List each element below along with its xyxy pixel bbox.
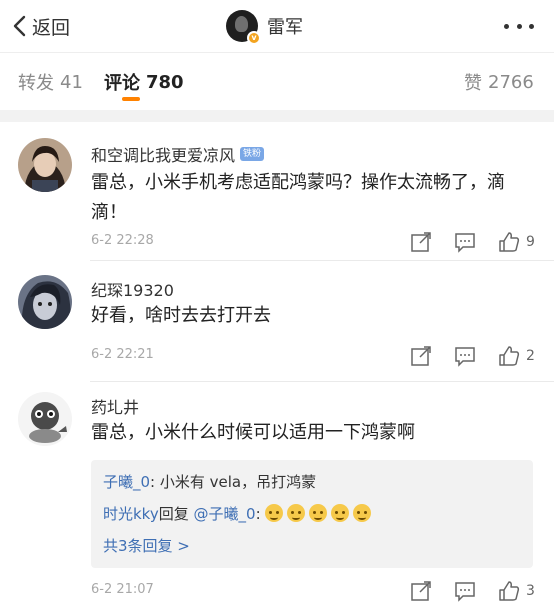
- more-button[interactable]: [504, 14, 534, 38]
- like-icon: [499, 581, 520, 601]
- reply-separator: :: [150, 473, 160, 491]
- comment-text: 好看，啥时去去打开去: [91, 305, 271, 326]
- comment-user-name: 和空调比我更爱凉风: [91, 146, 236, 165]
- reply-target[interactable]: @子曦_0: [194, 505, 256, 523]
- comment-text: 雷总，小米手机考虑适配鸿蒙吗？操作太流畅了，滴滴！: [91, 172, 505, 223]
- tab-comment-count: 780: [146, 71, 184, 93]
- tab-like[interactable]: 赞 2766: [464, 53, 534, 111]
- like-count: 2: [526, 348, 535, 364]
- chevron-left-icon: [13, 15, 26, 37]
- more-icon: [516, 23, 522, 29]
- back-button[interactable]: 返回: [12, 10, 70, 42]
- comment-time: 6-2 22:28: [91, 233, 154, 248]
- comment-user-name: 纪琛19320: [91, 281, 174, 300]
- reply-thread: 子曦_0: 小米有 vela，吊打鸿蒙 时光kky回复 @子曦_0: 共3条回复…: [91, 460, 533, 568]
- reply-item: 子曦_0: 小米有 vela，吊打鸿蒙: [103, 466, 521, 498]
- avatar[interactable]: [18, 138, 72, 192]
- comment-user[interactable]: 纪琛19320: [91, 277, 174, 301]
- reply-keyword: 回复: [158, 505, 189, 523]
- comment-user-name: 药圠井: [91, 398, 140, 417]
- emoji-icon: [330, 504, 349, 522]
- share-button[interactable]: [410, 344, 432, 368]
- comment-actions: 3: [410, 579, 550, 603]
- comment-button[interactable]: [454, 230, 476, 254]
- reply-user[interactable]: 子曦_0: [103, 473, 150, 491]
- more-replies-label: 共3条回复 >: [103, 537, 190, 555]
- page-title: 雷军: [267, 17, 303, 38]
- comment-time: 6-2 21:07: [91, 582, 154, 597]
- comment-list: 和空调比我更爱凉风 铁粉 雷总，小米手机考虑适配鸿蒙吗？操作太流畅了，滴滴！ 6…: [0, 122, 554, 614]
- emoji-icon: [286, 504, 305, 522]
- active-tab-indicator: [122, 97, 140, 101]
- fan-badge: 铁粉: [240, 147, 265, 161]
- comment-item: 药圠井 雷总，小米什么时候可以适用一下鸿蒙啊 子曦_0: 小米有 vela，吊打…: [0, 382, 554, 614]
- more-icon: [529, 23, 534, 29]
- tab-bar: 转发 41 评论 780 赞 2766: [0, 52, 554, 110]
- tab-comment-label: 评论: [104, 73, 140, 94]
- back-label: 返回: [32, 16, 71, 39]
- tab-like-count: 2766: [488, 71, 534, 93]
- comment-time: 6-2 22:21: [91, 347, 154, 362]
- emoji-icon: [352, 504, 371, 522]
- reply-item: 时光kky回复 @子曦_0:: [103, 498, 521, 530]
- tab-repost[interactable]: 转发 41: [18, 53, 83, 111]
- comment-text: 雷总，小米什么时候可以适用一下鸿蒙啊: [91, 422, 415, 443]
- like-button[interactable]: 2: [498, 344, 535, 368]
- like-button[interactable]: 9: [498, 230, 535, 254]
- like-count: 3: [526, 583, 535, 599]
- comment-icon: [455, 347, 475, 367]
- share-icon: [411, 346, 431, 366]
- tab-like-label: 赞: [464, 73, 482, 94]
- tab-comment[interactable]: 评论 780: [104, 53, 184, 111]
- like-button[interactable]: 3: [498, 579, 535, 603]
- comment-user[interactable]: 药圠井: [91, 394, 139, 418]
- comment-icon: [455, 233, 475, 253]
- comment-actions: 2: [410, 344, 550, 368]
- comment-icon: [455, 582, 475, 602]
- reply-separator: :: [255, 505, 261, 523]
- avatar[interactable]: [18, 275, 72, 329]
- reply-text: 小米有 vela，吊打鸿蒙: [159, 473, 317, 491]
- comment-button[interactable]: [454, 344, 476, 368]
- share-icon: [411, 581, 431, 601]
- more-icon: [504, 23, 509, 29]
- reply-user[interactable]: 时光kky: [103, 505, 159, 523]
- emoji-icon: [264, 504, 283, 522]
- like-icon: [499, 346, 520, 366]
- top-bar: 返回 v 雷军: [0, 0, 554, 52]
- more-replies-link[interactable]: 共3条回复 >: [103, 530, 521, 562]
- comment-item: 纪琛19320 好看，啥时去去打开去 6-2 22:21 2: [0, 261, 554, 381]
- comment-actions: 9: [410, 230, 550, 254]
- tab-repost-label: 转发: [18, 73, 54, 94]
- share-icon: [411, 232, 431, 252]
- like-icon: [499, 232, 520, 252]
- author-avatar[interactable]: v: [226, 10, 261, 45]
- comment-item: 和空调比我更爱凉风 铁粉 雷总，小米手机考虑适配鸿蒙吗？操作太流畅了，滴滴！ 6…: [0, 122, 554, 260]
- tab-repost-count: 41: [60, 71, 83, 93]
- verified-badge: v: [247, 31, 261, 45]
- avatar[interactable]: [18, 392, 72, 446]
- comment-button[interactable]: [454, 579, 476, 603]
- like-count: 9: [526, 234, 535, 250]
- emoji-icon: [308, 504, 327, 522]
- share-button[interactable]: [410, 579, 432, 603]
- comment-user[interactable]: 和空调比我更爱凉风 铁粉: [91, 142, 265, 166]
- title-area: v 雷军: [226, 8, 303, 45]
- share-button[interactable]: [410, 230, 432, 254]
